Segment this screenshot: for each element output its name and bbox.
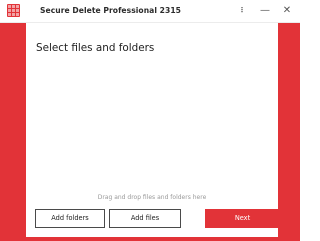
- close-icon[interactable]: ✕: [280, 4, 294, 18]
- drop-zone-hint: Drag and drop files and folders here: [97, 194, 207, 201]
- add-files-button[interactable]: Add files: [109, 209, 181, 228]
- more-vertical-icon[interactable]: ⋮: [235, 4, 249, 18]
- app-window: Secure Delete Professional 2315 ⋮ — ✕ Se…: [0, 0, 300, 241]
- next-button[interactable]: Next: [205, 209, 280, 228]
- window-title: Secure Delete Professional 2315: [40, 6, 181, 15]
- window-border-bottom: [0, 237, 300, 241]
- page-title: Select files and folders: [36, 42, 155, 54]
- add-folders-button[interactable]: Add folders: [35, 209, 105, 228]
- window-border-left: [0, 0, 26, 241]
- window-border-right: [278, 0, 300, 241]
- title-bar[interactable]: Secure Delete Professional 2315 ⋮ — ✕: [0, 0, 300, 23]
- app-logo-icon: [7, 4, 20, 17]
- minimize-icon[interactable]: —: [258, 4, 272, 18]
